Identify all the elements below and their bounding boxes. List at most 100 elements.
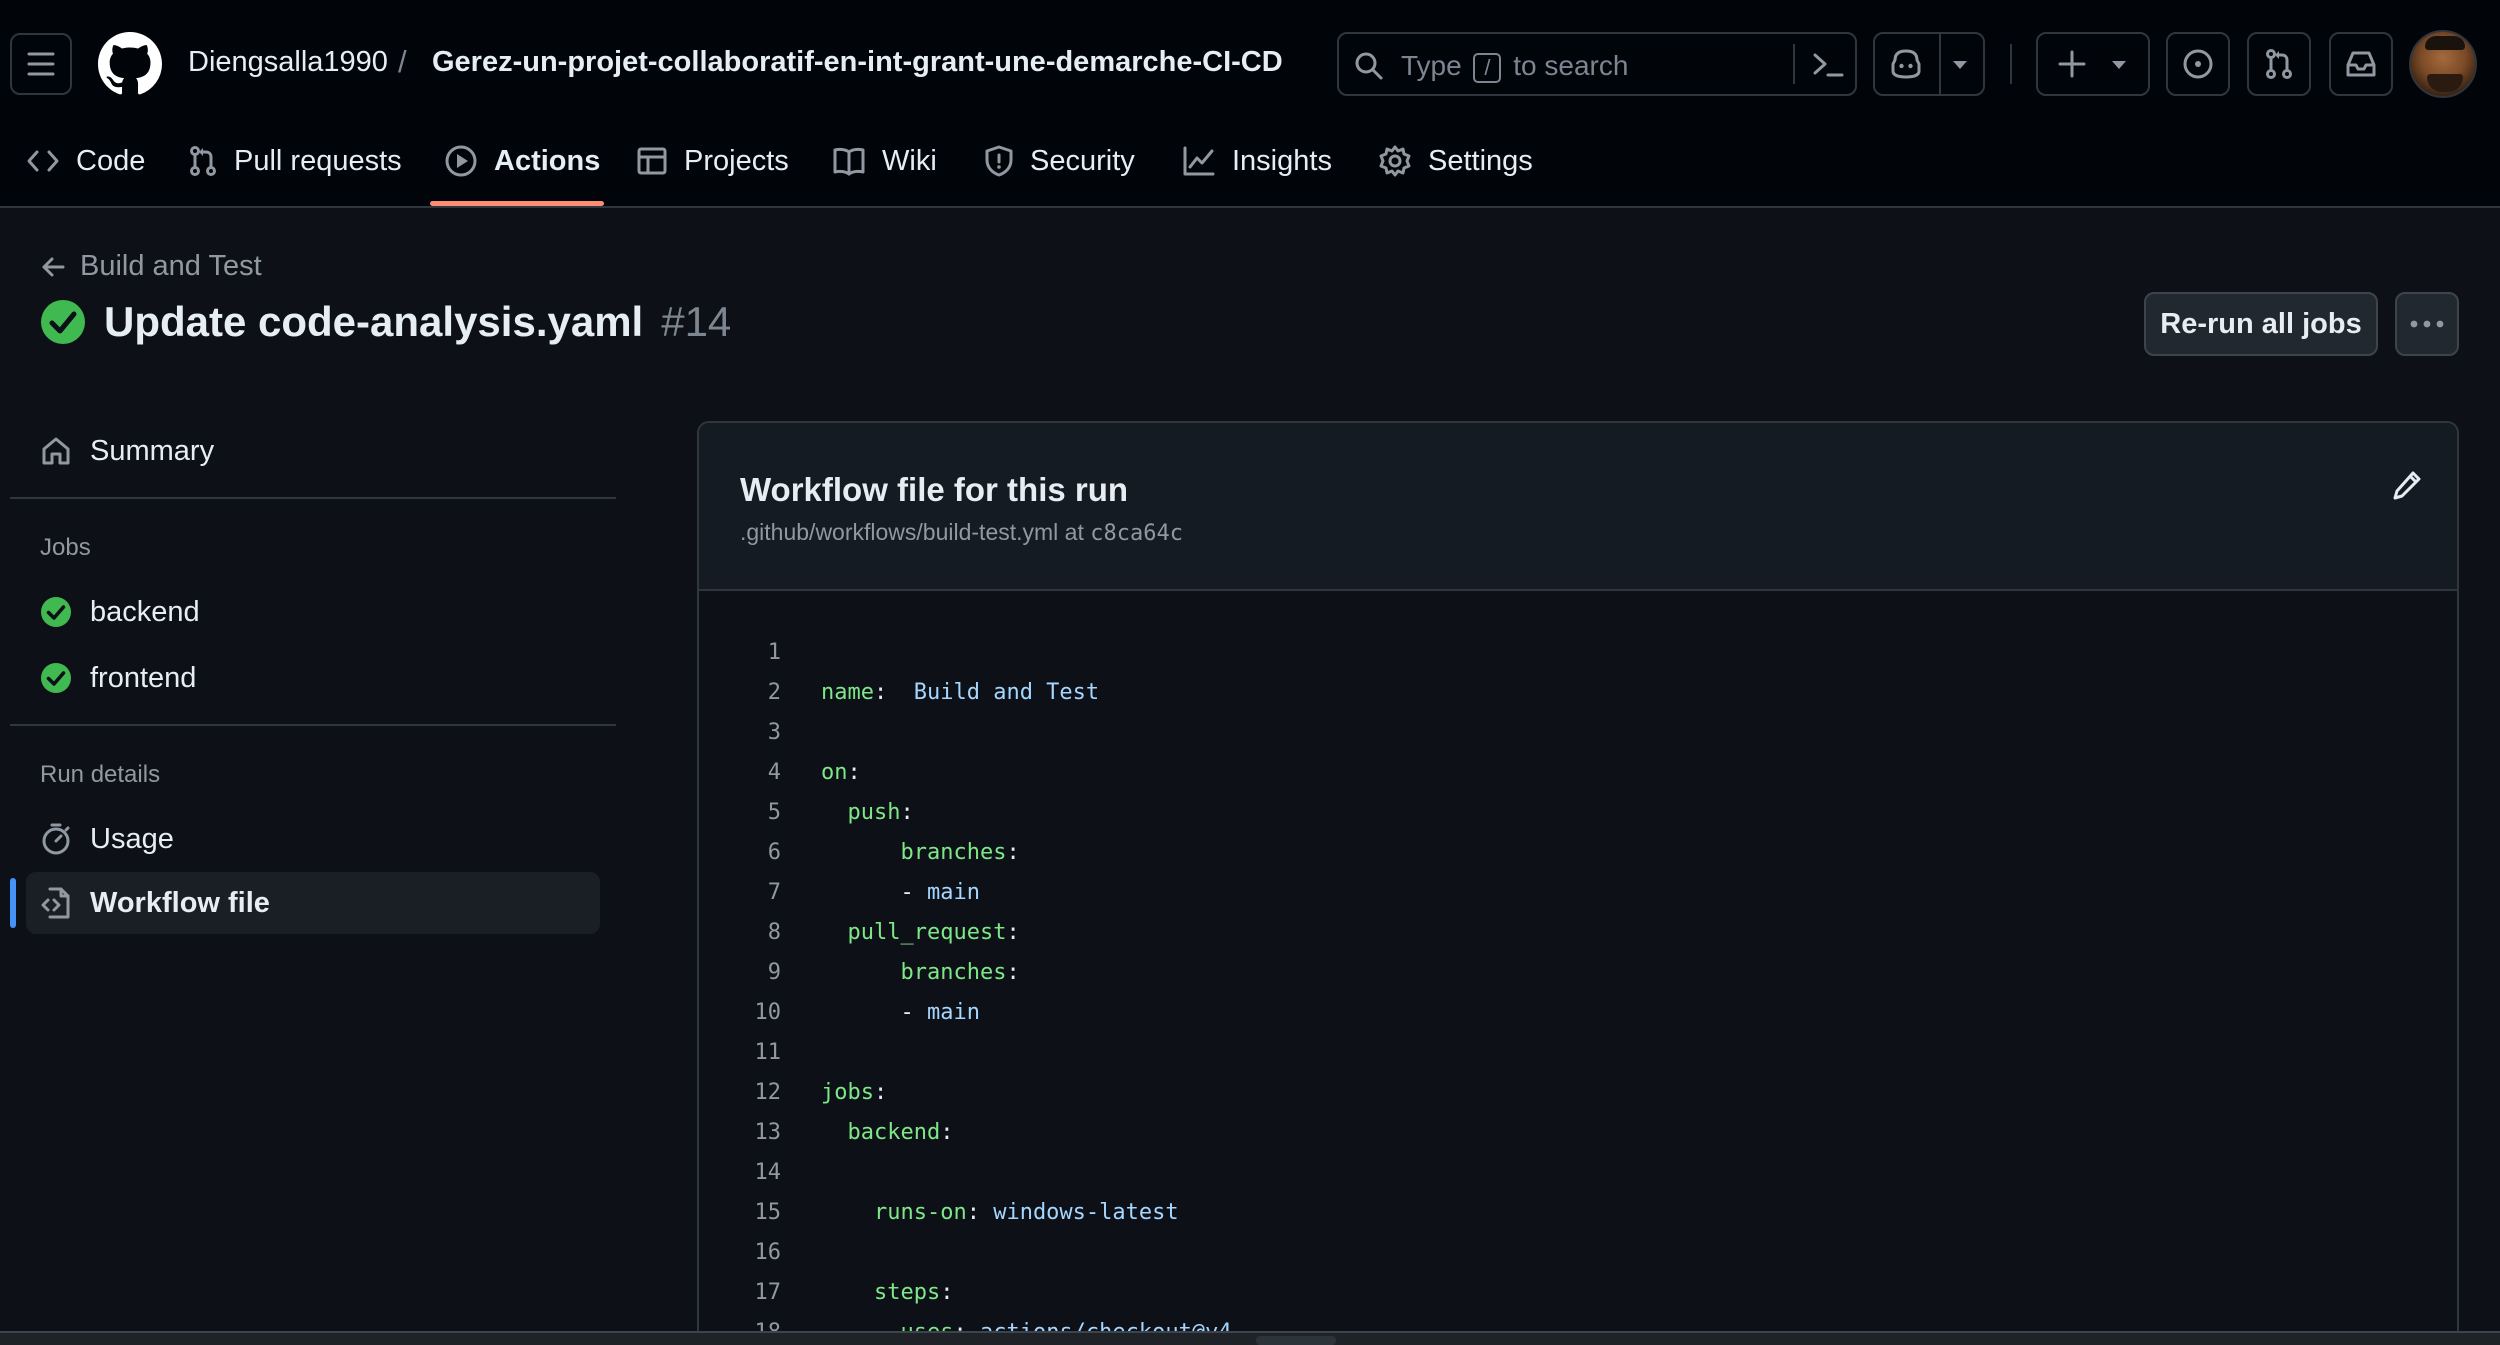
line-number: 11 — [754, 1040, 782, 1065]
tab-security[interactable]: Security — [984, 138, 1135, 184]
copilot-divider — [1939, 34, 1941, 94]
code-line: 4 on: — [699, 753, 2457, 793]
breadcrumb-separator: / — [398, 44, 407, 79]
repo-name-link[interactable]: Gerez-un-projet-collaboratif-en-int-gran… — [432, 46, 1283, 79]
yaml-punctuation: : — [1006, 840, 1020, 865]
yaml-key: push — [847, 800, 901, 825]
yaml-key: runs-on — [873, 1200, 967, 1225]
user-avatar[interactable] — [2409, 30, 2477, 98]
yaml-punctuation — [821, 960, 900, 985]
sidebar-item-summary[interactable]: Summary — [26, 420, 600, 482]
workflow-file-path: .github/workflows/build-test.yml at c8ca… — [740, 519, 1183, 546]
check-circle-fill-icon — [40, 662, 72, 694]
sidebar-item-label: frontend — [90, 661, 197, 694]
yaml-punctuation: : — [873, 680, 914, 705]
active-tab-indicator — [430, 201, 604, 206]
yaml-punctuation: : — [847, 760, 861, 785]
yaml-punctuation — [821, 840, 900, 865]
inbox-icon — [2344, 47, 2378, 81]
rerun-all-jobs-button[interactable]: Re-run all jobs — [2144, 292, 2378, 356]
yaml-punctuation: : — [966, 1200, 994, 1225]
line-number: 15 — [754, 1200, 782, 1225]
line-number: 12 — [754, 1080, 782, 1105]
chevron-down-icon[interactable] — [1951, 58, 1969, 72]
yaml-key: steps — [873, 1280, 941, 1305]
tab-label: Actions — [494, 144, 601, 177]
code-text: steps: — [821, 1273, 953, 1313]
line-number: 13 — [754, 1120, 782, 1145]
repo-owner-link[interactable]: Diengsalla1990 — [188, 46, 388, 79]
tab-settings[interactable]: Settings — [1378, 138, 1533, 184]
code-text: branches: — [821, 953, 1020, 993]
menu-button[interactable] — [10, 33, 72, 95]
sidebar-item-job-frontend[interactable]: frontend — [26, 647, 600, 709]
yaml-punctuation: : — [1006, 920, 1020, 945]
line-number: 9 — [767, 960, 781, 985]
tab-code[interactable]: Code — [26, 138, 145, 184]
line-number: 7 — [767, 880, 781, 905]
scroll-handle — [1256, 1336, 1336, 1345]
copilot-button[interactable] — [1873, 32, 1985, 96]
tab-label: Code — [76, 144, 146, 177]
line-number: 3 — [767, 720, 781, 745]
commit-sha[interactable]: c8ca64c — [1090, 521, 1183, 546]
create-new-button[interactable] — [2036, 32, 2150, 96]
search-input[interactable]: Type / to search — [1337, 32, 1857, 96]
sidebar-item-label: backend — [90, 595, 200, 628]
line-number: 2 — [767, 680, 781, 705]
tab-wiki[interactable]: Wiki — [832, 138, 937, 184]
github-logo-icon[interactable] — [98, 32, 162, 96]
avatar-beard — [2427, 74, 2463, 92]
code-line: 1 — [699, 633, 2457, 673]
graph-icon — [1182, 145, 1216, 177]
tab-label: Wiki — [882, 144, 937, 177]
code-line: 17 steps: — [699, 1273, 2457, 1313]
yaml-punctuation: : — [900, 800, 914, 825]
issue-opened-icon — [2181, 47, 2215, 81]
selected-item-indicator — [10, 878, 16, 928]
code-text: on: — [821, 753, 861, 793]
git-pull-request-icon — [2262, 47, 2296, 81]
back-to-workflow-link[interactable]: Build and Test — [40, 250, 262, 283]
sidebar-item-usage[interactable]: Usage — [26, 808, 600, 870]
yaml-punctuation: - — [821, 1000, 927, 1025]
tab-pull-requests[interactable]: Pull requests — [188, 138, 402, 184]
play-icon — [444, 144, 478, 178]
code-icon — [26, 148, 60, 174]
inbox-button[interactable] — [2329, 32, 2393, 96]
kebab-horizontal-icon — [2409, 319, 2445, 329]
more-options-button[interactable] — [2395, 292, 2459, 356]
arrow-left-icon — [40, 254, 66, 280]
yaml-punctuation — [821, 1200, 874, 1225]
yaml-value: windows-latest — [993, 1200, 1179, 1225]
pencil-icon[interactable] — [2391, 469, 2423, 508]
line-number: 1 — [767, 640, 781, 665]
line-number: 4 — [767, 760, 781, 785]
command-palette-icon[interactable] — [1811, 50, 1845, 85]
yaml-punctuation — [821, 1280, 874, 1305]
yaml-punctuation: - — [821, 880, 927, 905]
back-link-label: Build and Test — [80, 250, 262, 282]
yaml-punctuation: : — [1006, 960, 1020, 985]
pull-requests-button[interactable] — [2247, 32, 2311, 96]
yaml-punctuation — [821, 1120, 848, 1145]
code-text: - main — [821, 993, 979, 1033]
sidebar-item-job-backend[interactable]: backend — [26, 581, 600, 643]
tab-actions[interactable]: Actions — [444, 138, 600, 184]
jobs-heading: Jobs — [40, 534, 91, 561]
code-line: 7 - main — [699, 873, 2457, 913]
code-text: pull_request: — [821, 913, 1020, 953]
yaml-punctuation — [821, 800, 848, 825]
sidebar-divider — [10, 497, 616, 499]
yaml-punctuation — [821, 920, 848, 945]
tab-insights[interactable]: Insights — [1182, 138, 1332, 184]
yaml-punctuation: : — [873, 1080, 888, 1105]
code-text: push: — [821, 793, 914, 833]
line-number: 5 — [767, 800, 781, 825]
workflow-path-text: .github/workflows/build-test.yml at — [740, 519, 1084, 545]
sidebar-item-workflow-file[interactable]: Workflow file — [26, 872, 600, 934]
code-text: backend: — [821, 1113, 954, 1153]
issues-button[interactable] — [2166, 32, 2230, 96]
code-line: 15 runs-on: windows-latest — [699, 1193, 2457, 1233]
tab-projects[interactable]: Projects — [636, 138, 789, 184]
